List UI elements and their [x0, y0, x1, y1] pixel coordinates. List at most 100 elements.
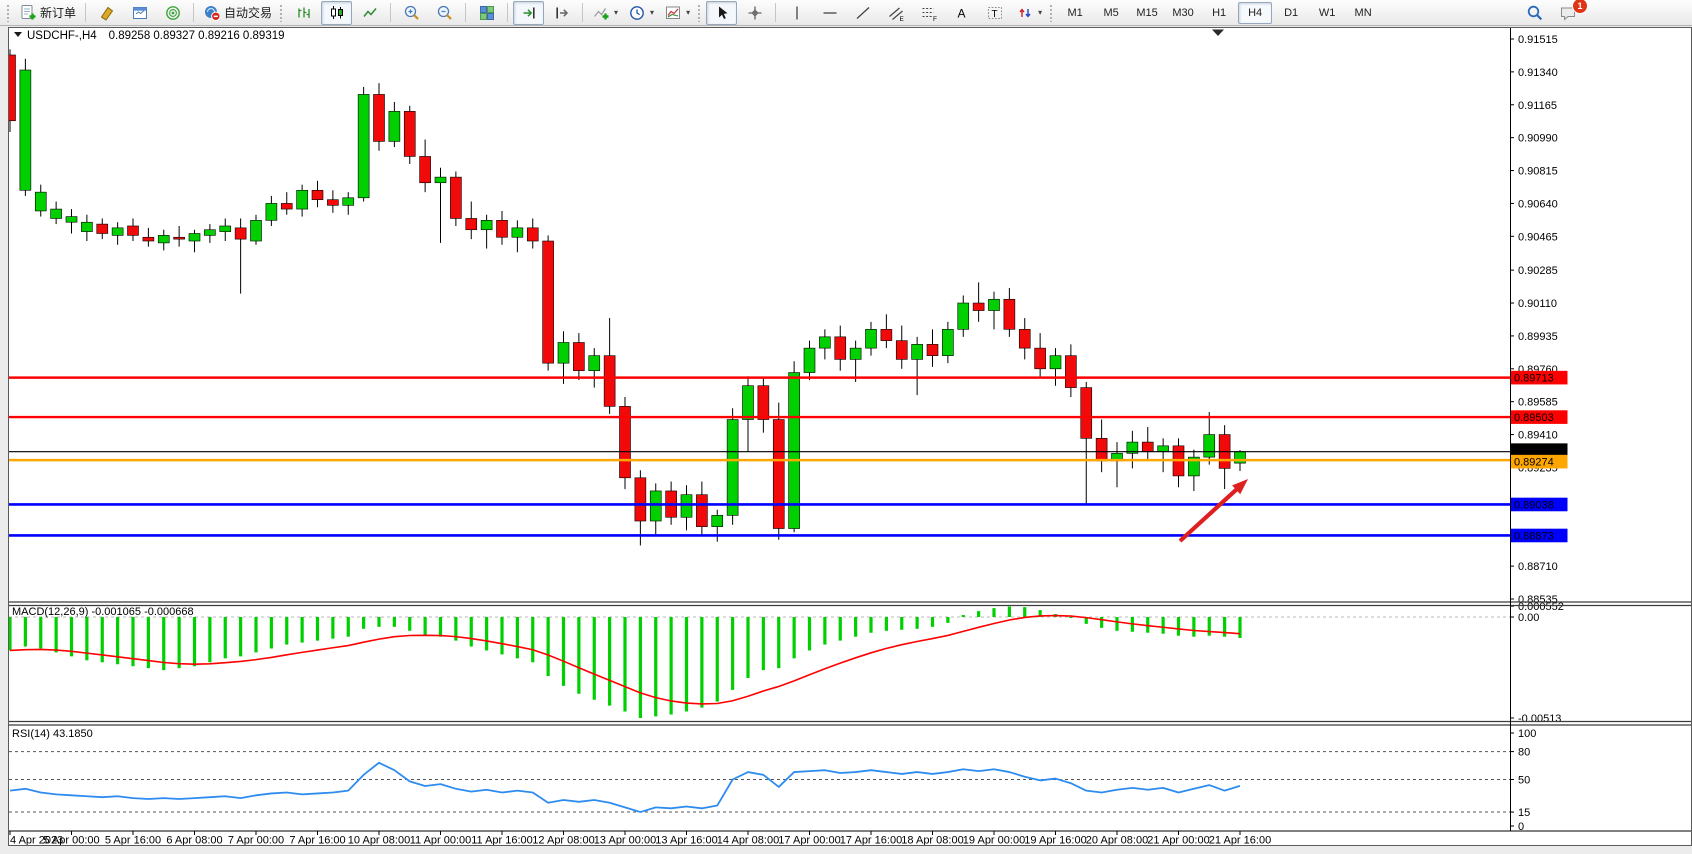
toolbar-drag-handle[interactable]: [6, 4, 10, 22]
timeframe-button-m1[interactable]: M1: [1058, 2, 1092, 24]
candle-body: [758, 386, 769, 420]
time-axis-label: 11 Apr 16:00: [471, 835, 533, 847]
timeframe-button-m15[interactable]: M15: [1130, 2, 1164, 24]
candle-body: [743, 386, 754, 420]
fibonacci-icon: F: [920, 4, 938, 22]
bar-chart-button[interactable]: [288, 1, 319, 25]
time-axis-label: 14 Apr 08:00: [717, 835, 779, 847]
fibonacci-button[interactable]: F: [913, 1, 944, 25]
text-label-icon: T: [986, 4, 1004, 22]
candle: [727, 408, 738, 525]
chart-canvas[interactable]: 0.915150.913400.911650.909900.908150.906…: [8, 27, 1692, 846]
macd-indicator-label: MACD(12,26,9) -0.001065 -0.000668: [12, 606, 194, 618]
toolbar-separator: [85, 3, 86, 22]
candle-body: [1065, 356, 1076, 388]
autotrading-icon: [203, 4, 221, 22]
candle-body: [174, 237, 185, 239]
crosshair-button[interactable]: [739, 1, 770, 25]
timeframe-button-m5[interactable]: M5: [1094, 2, 1128, 24]
price-tag: 0.89713: [1511, 371, 1568, 385]
chart-shift-button[interactable]: [546, 1, 577, 25]
dropdown-caret: ▾: [1038, 8, 1042, 17]
periods-button[interactable]: ▾: [624, 1, 658, 25]
chart-ohlc-values: 0.89258 0.89327 0.89216 0.89319: [109, 30, 285, 42]
svg-text:T: T: [991, 9, 997, 20]
price-tag-label: 0.89038: [1514, 499, 1554, 511]
time-axis-label: 13 Apr 16:00: [655, 835, 717, 847]
candle-body: [1081, 388, 1092, 439]
candle-body: [989, 299, 1000, 310]
timeframe-button-h1[interactable]: H1: [1202, 2, 1236, 24]
candlestick-chart-button[interactable]: [321, 1, 352, 25]
svg-text:F: F: [933, 16, 937, 22]
price-axis-label: 0.90990: [1518, 133, 1558, 145]
vertical-line-button[interactable]: [781, 1, 812, 25]
price-axis-label: 0.91340: [1518, 67, 1558, 79]
metaeditor-button[interactable]: [91, 1, 122, 25]
candle: [404, 106, 415, 164]
rsi-axis-label: 100: [1518, 728, 1536, 740]
toolbar-right-icons: 1: [1518, 1, 1584, 25]
candle: [358, 87, 369, 202]
candle-body: [450, 177, 461, 218]
indicators-button[interactable]: ▾: [588, 1, 622, 25]
line-chart-button[interactable]: [354, 1, 385, 25]
candle-body: [604, 356, 615, 407]
timeframe-button-mn[interactable]: MN: [1346, 2, 1380, 24]
trendline-button[interactable]: [847, 1, 878, 25]
time-axis-label: 19 Apr 16:00: [1024, 835, 1086, 847]
time-axis-label: 21 Apr 16:00: [1209, 835, 1271, 847]
candle-body: [1004, 299, 1015, 329]
timeframe-button-m30[interactable]: M30: [1166, 2, 1200, 24]
candle-body: [143, 237, 154, 241]
zoom-in-button[interactable]: [396, 1, 427, 25]
candlestick-chart-icon: [328, 4, 346, 22]
main-toolbar: 新订单 自动交易 ▾ ▾ ▾ E F A T ▾ M1M5M15M30H1H4D…: [0, 0, 1692, 26]
strategy-tester-button[interactable]: [124, 1, 155, 25]
candle-body: [51, 209, 62, 218]
templates-button[interactable]: ▾: [660, 1, 694, 25]
notifications-button[interactable]: 1: [1552, 1, 1583, 25]
time-axis-label: 19 Apr 00:00: [963, 835, 1025, 847]
candle-body: [404, 111, 415, 156]
time-axis-label: 5 Apr 16:00: [105, 835, 161, 847]
text-label-button[interactable]: T: [979, 1, 1010, 25]
toolbar-drag-handle[interactable]: [279, 4, 283, 22]
time-axis-label: 17 Apr 00:00: [778, 835, 840, 847]
price-tag-label: 0.89274: [1514, 457, 1554, 469]
candle-body: [97, 224, 108, 233]
horizontal-line-button[interactable]: [814, 1, 845, 25]
text-button[interactable]: A: [946, 1, 977, 25]
toolbar-drag-handle[interactable]: [1049, 4, 1053, 22]
candle-body: [681, 495, 692, 518]
equidistant-channel-button[interactable]: E: [880, 1, 911, 25]
new-order-button[interactable]: 新订单: [15, 1, 80, 25]
timeframe-group: M1M5M15M30H1H4D1W1MN: [1057, 2, 1381, 24]
zoom-out-button[interactable]: [429, 1, 460, 25]
timeframe-button-w1[interactable]: W1: [1310, 2, 1344, 24]
auto-scroll-button[interactable]: [513, 1, 544, 25]
arrows-button[interactable]: ▾: [1012, 1, 1046, 25]
candle-body: [896, 341, 907, 360]
equidistant-channel-icon: E: [887, 4, 905, 22]
candle-body: [1158, 446, 1169, 452]
timeframe-button-h4[interactable]: H4: [1238, 2, 1272, 24]
community-button[interactable]: [157, 1, 188, 25]
candle-body: [973, 303, 984, 311]
toolbar-separator: [775, 3, 776, 22]
candle-body: [589, 356, 600, 371]
search-button[interactable]: [1519, 1, 1550, 25]
candle: [789, 361, 800, 532]
price-axis-label: 0.90640: [1518, 198, 1558, 210]
candle-body: [1096, 438, 1107, 461]
candle-body: [558, 342, 569, 363]
candle: [20, 59, 31, 196]
toolbar-drag-handle[interactable]: [697, 4, 701, 22]
autotrading-button[interactable]: 自动交易: [199, 1, 276, 25]
timeframe-button-d1[interactable]: D1: [1274, 2, 1308, 24]
tile-windows-button[interactable]: [471, 1, 502, 25]
toolbar-separator: [465, 3, 466, 22]
chart-shift-icon: [553, 4, 571, 22]
candle-body: [881, 329, 892, 340]
cursor-button[interactable]: [706, 1, 737, 25]
